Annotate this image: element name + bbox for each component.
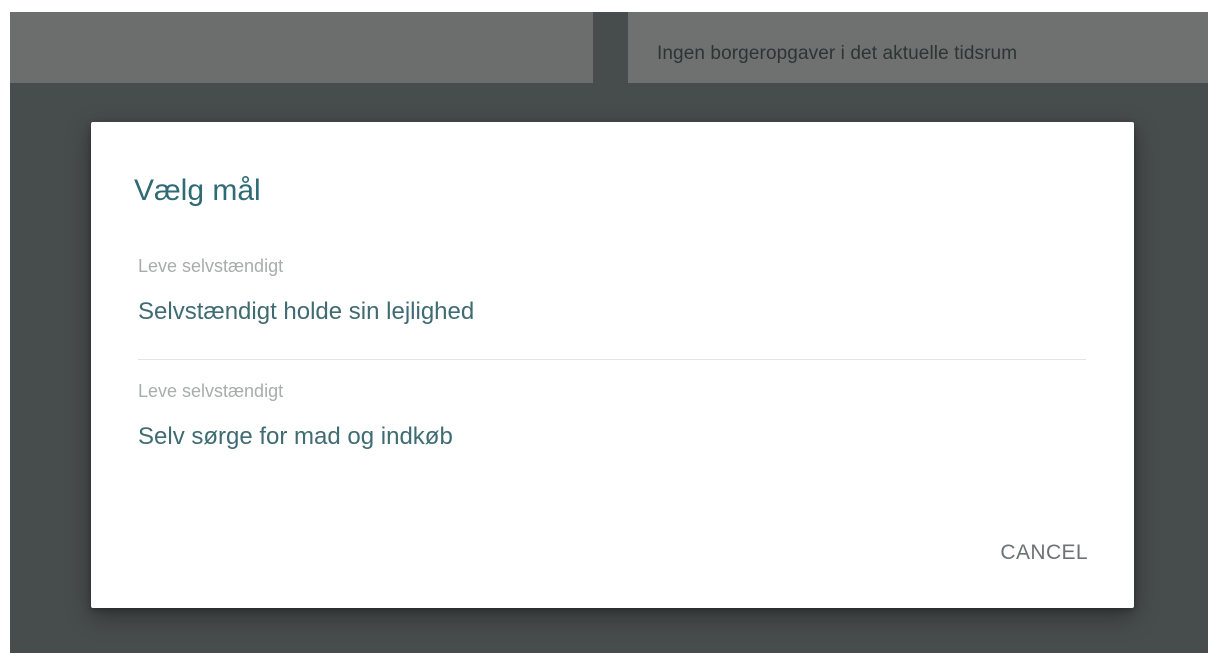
goal-name: Selvstændigt holde sin lejlighed <box>138 298 475 325</box>
background-card-right: Ingen borgeropgaver i det aktuelle tidsr… <box>628 12 1208 83</box>
goal-option[interactable]: Leve selvstændigt Selv sørge for mad og … <box>138 375 1086 495</box>
goal-category: Leve selvstændigt <box>138 256 284 276</box>
goal-option[interactable]: Leve selvstændigt Selvstændigt holde sin… <box>138 250 1086 370</box>
list-divider <box>138 359 1086 360</box>
no-tasks-message: Ingen borgeropgaver i det aktuelle tidsr… <box>657 43 1018 64</box>
goal-category: Leve selvstændigt <box>138 381 284 401</box>
background-card-left <box>10 12 593 83</box>
goal-name: Selv sørge for mad og indkøb <box>138 423 453 450</box>
dialog-title: Vælg mål <box>134 174 261 207</box>
choose-goal-dialog: Vælg mål Leve selvstændigt Selvstændigt … <box>91 122 1134 608</box>
app-screen: Ingen borgeropgaver i det aktuelle tidsr… <box>10 12 1208 653</box>
cancel-button[interactable]: CANCEL <box>1000 537 1088 569</box>
